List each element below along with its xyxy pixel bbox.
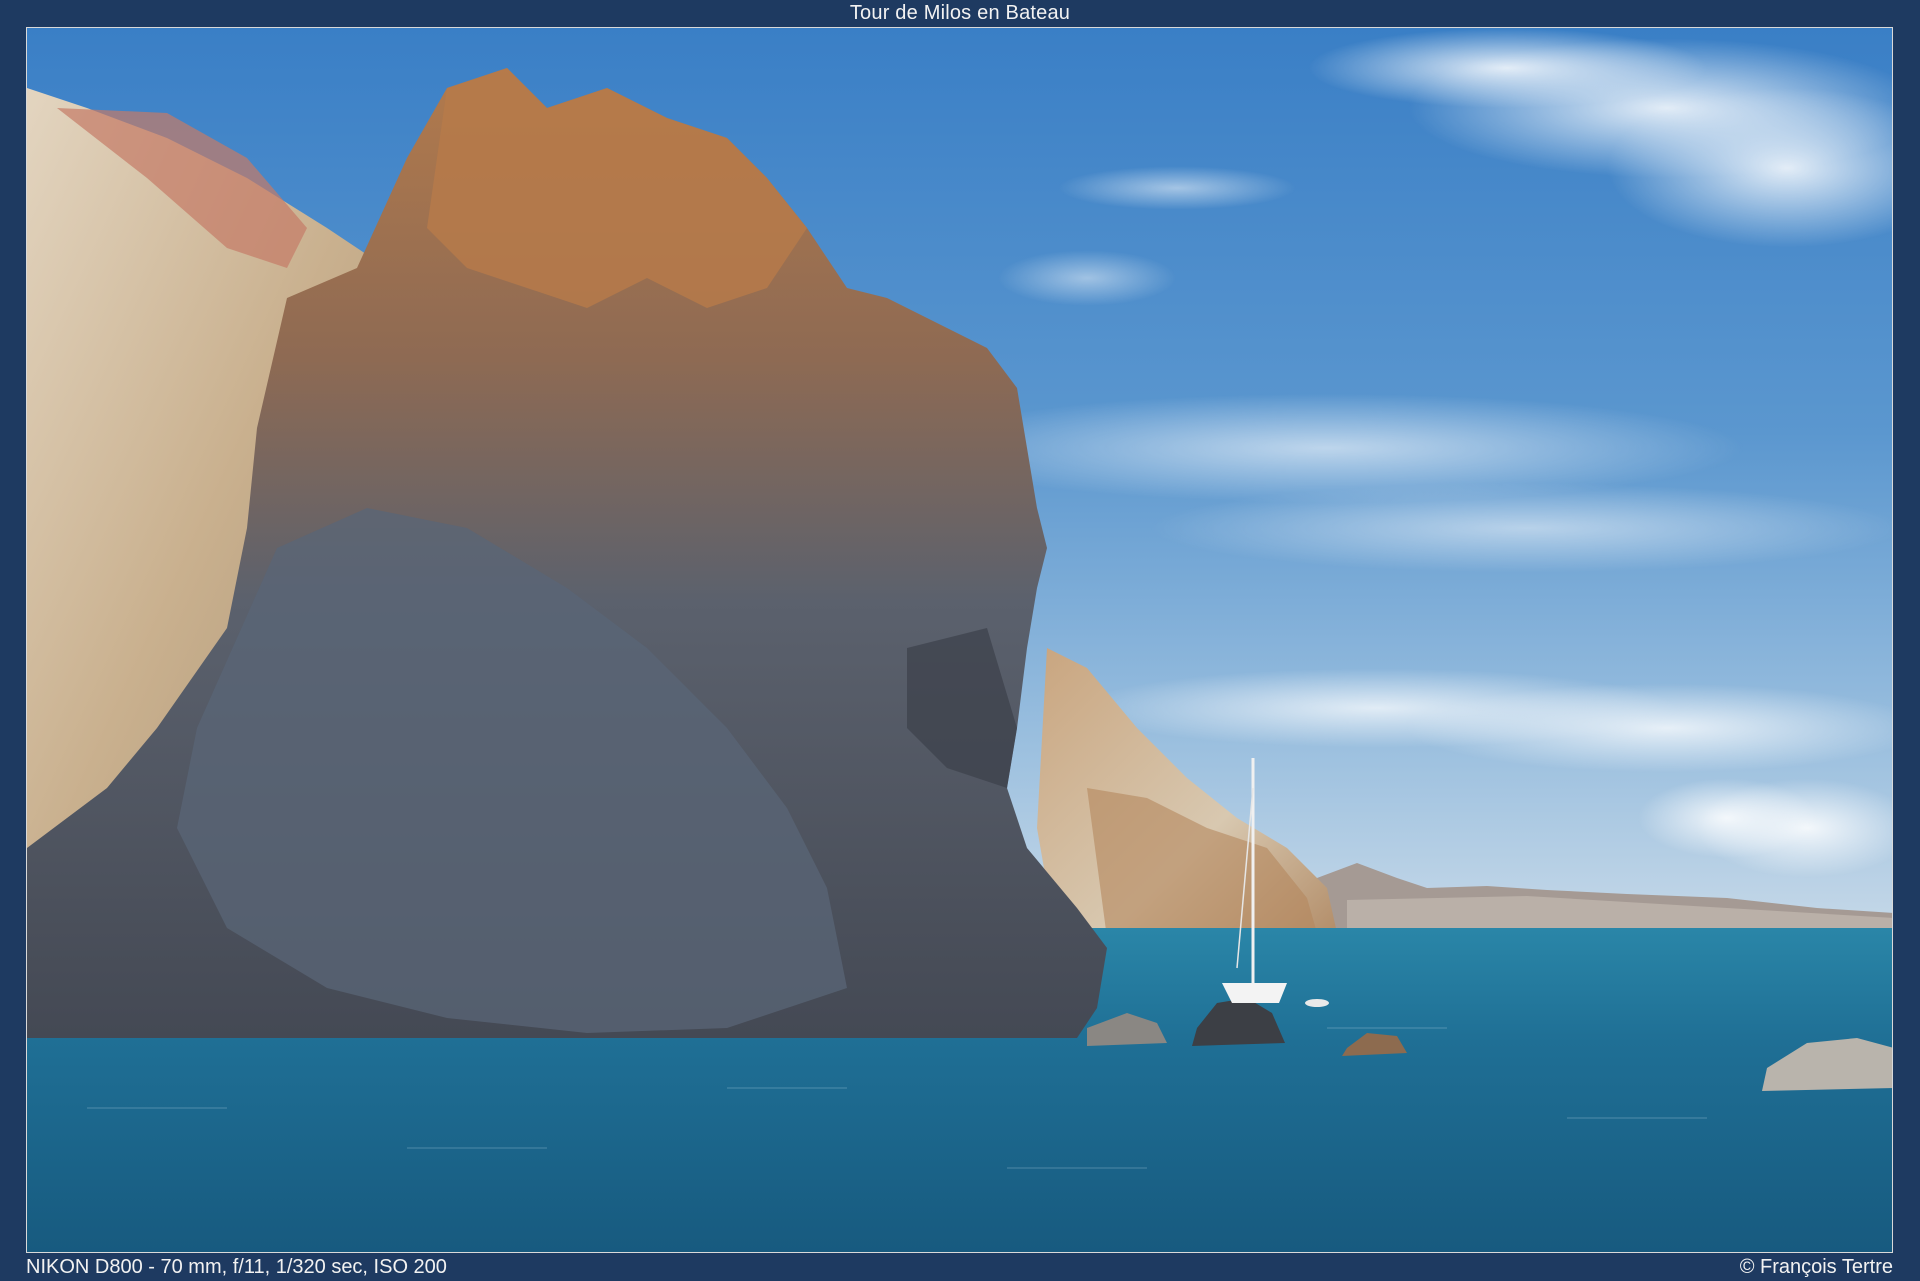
exif-info: NIKON D800 - 70 mm, f/11, 1/320 sec, ISO… bbox=[26, 1256, 447, 1278]
landscape-photo bbox=[27, 28, 1892, 1252]
caption-bar: NIKON D800 - 70 mm, f/11, 1/320 sec, ISO… bbox=[26, 1254, 1893, 1281]
photo-frame[interactable] bbox=[26, 27, 1893, 1253]
copyright-text: © François Tertre bbox=[1739, 1256, 1893, 1278]
photo-viewer: Tour de Milos en Bateau NIKON D800 - 70 … bbox=[0, 0, 1920, 1281]
photo-title: Tour de Milos en Bateau bbox=[849, 2, 1071, 24]
